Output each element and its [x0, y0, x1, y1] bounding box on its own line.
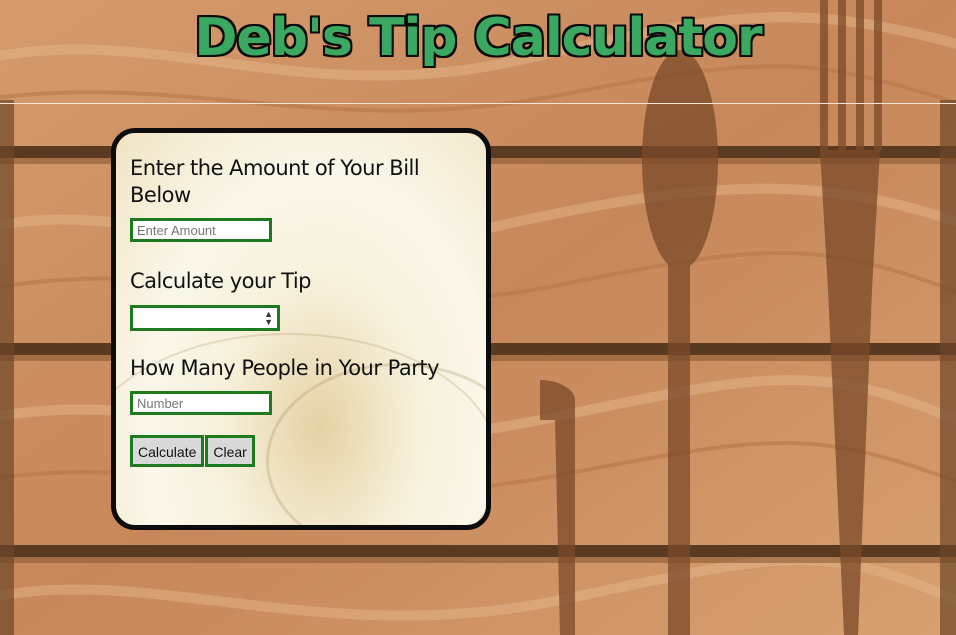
party-label: How Many People in Your Party	[130, 356, 440, 380]
calculator-form: Enter the Amount of Your Bill Below Calc…	[130, 155, 480, 467]
bill-label: Enter the Amount of Your Bill Below	[130, 156, 420, 207]
party-size-input[interactable]	[130, 391, 272, 415]
clear-button[interactable]: Clear	[205, 435, 255, 467]
header-divider	[0, 103, 956, 104]
calculate-button[interactable]: Calculate	[130, 435, 205, 467]
tip-label: Calculate your Tip	[130, 269, 312, 293]
calculator-panel: Enter the Amount of Your Bill Below Calc…	[111, 128, 491, 530]
button-row: Calculate Clear	[130, 435, 480, 467]
page-title: Deb's Tip Calculator	[194, 8, 762, 68]
tip-select[interactable]: ▲ ▼	[130, 305, 280, 331]
select-arrows-icon: ▲ ▼	[264, 309, 273, 327]
bill-amount-input[interactable]	[130, 218, 272, 242]
